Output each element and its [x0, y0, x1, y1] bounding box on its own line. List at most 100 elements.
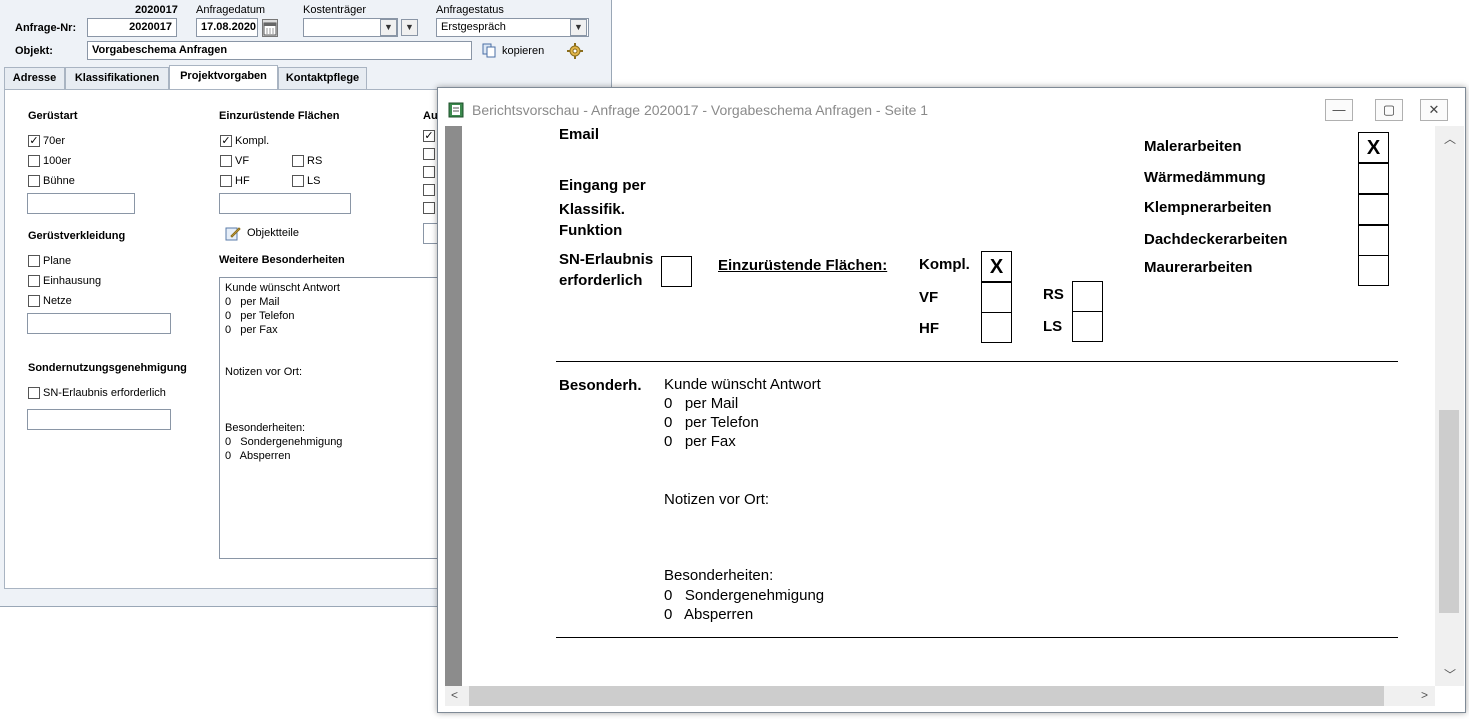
checkbox-einhausung[interactable]: [28, 275, 40, 287]
trade-box-maurerarbeiten: [1358, 255, 1389, 286]
weitere-heading: Weitere Besonderheiten: [219, 254, 345, 266]
trade-label: Dachdeckerarbeiten: [1144, 231, 1288, 248]
checkbox-label: Kompl.: [235, 135, 270, 147]
objektteile-button[interactable]: Objektteile: [247, 227, 299, 239]
trade-label: Maurerarbeiten: [1144, 259, 1253, 276]
calendar-icon[interactable]: [262, 19, 278, 37]
notes-line: Notizen vor Ort:: [664, 491, 770, 508]
kopieren-button[interactable]: kopieren: [502, 45, 544, 57]
checkbox-label: VF: [235, 155, 250, 167]
note-line: Kunde wünscht Antwort: [225, 282, 340, 294]
tab-kontaktpflege[interactable]: Kontaktpflege: [278, 67, 367, 89]
sn-label-line1: SN-Erlaubnis: [559, 251, 654, 268]
besonderh-label: Besonderh.: [559, 377, 642, 394]
tab-klassifikationen[interactable]: Klassifikationen: [65, 67, 169, 89]
trade-box-dachdeckerarbeiten: [1358, 225, 1389, 256]
flaechen-other-input[interactable]: [219, 193, 351, 214]
scroll-right-icon[interactable]: >: [1421, 688, 1428, 702]
checkbox-label: LS: [307, 175, 321, 187]
checkbox-third-3[interactable]: [423, 166, 435, 178]
anfragedatum-label: Anfragedatum: [196, 4, 266, 16]
eingang-label: Eingang per: [559, 177, 646, 194]
anfrage-nr-field[interactable]: 2020017: [87, 18, 177, 37]
edit-icon[interactable]: [225, 226, 241, 241]
kostentraeger-label: Kostenträger: [303, 4, 366, 16]
close-button[interactable]: ✕: [1420, 99, 1448, 121]
horizontal-scrollbar[interactable]: < >: [445, 686, 1435, 706]
flaechen-label: Einzurüstende Flächen:: [718, 257, 888, 274]
checkbox-buehne[interactable]: [28, 175, 40, 187]
maximize-button[interactable]: ▢: [1375, 99, 1403, 121]
vf-box: [981, 282, 1012, 313]
checkbox-netze[interactable]: [28, 295, 40, 307]
checkbox-third-5[interactable]: [423, 202, 435, 214]
tab-projektvorgaben[interactable]: Projektvorgaben: [169, 65, 278, 90]
checkbox-sn-erlaubnis[interactable]: [28, 387, 40, 399]
sn-label-line2: erforderlich: [559, 272, 643, 289]
vertical-scrollbar[interactable]: ︿ ﹀: [1435, 126, 1464, 686]
checkbox-plane[interactable]: [28, 255, 40, 267]
separator-line: [556, 361, 1398, 362]
checkbox-kompl[interactable]: ✓: [220, 135, 232, 147]
scroll-down-icon[interactable]: ﹀: [1444, 666, 1456, 683]
checkbox-label: Einhausung: [43, 275, 102, 287]
geruestart-other-input[interactable]: [27, 193, 135, 214]
klassifik-label: Klassifik.: [559, 201, 625, 218]
trade-box-klempnerarbeiten: [1358, 194, 1389, 225]
report-page: Email Eingang per Klassifik. Funktion SN…: [445, 126, 1435, 686]
checkbox-rs[interactable]: [292, 155, 304, 167]
checkbox-third-1[interactable]: ✓: [423, 130, 435, 142]
separator-line: [556, 637, 1398, 638]
anfragedatum-field[interactable]: 17.08.2020: [196, 18, 258, 37]
checkbox-vf[interactable]: [220, 155, 232, 167]
flaechen-heading: Einzurüstende Flächen: [219, 110, 340, 122]
kompl-box: X: [981, 251, 1012, 282]
checkbox-label: Netze: [43, 295, 72, 307]
checkbox-label: SN-Erlaubnis erforderlich: [43, 387, 166, 399]
chevron-down-icon[interactable]: ▼: [401, 19, 418, 36]
copy-icon[interactable]: [482, 43, 496, 58]
checkbox-label: HF: [235, 175, 250, 187]
checkbox-hf[interactable]: [220, 175, 232, 187]
note-line: 0 Absperren: [225, 450, 291, 462]
notes-line: 0 Sondergenehmigung: [664, 587, 825, 604]
tab-adresse[interactable]: Adresse: [4, 67, 65, 89]
chevron-down-icon[interactable]: ▼: [570, 19, 587, 36]
trade-box-waermedaemmung: [1358, 163, 1389, 194]
notes-line: 0 per Fax: [664, 433, 736, 450]
checkbox-ls[interactable]: [292, 175, 304, 187]
minimize-button[interactable]: —: [1325, 99, 1353, 121]
kompl-label: Kompl.: [919, 256, 970, 273]
objekt-field[interactable]: Vorgabeschema Anfragen: [87, 41, 472, 60]
gear-icon[interactable]: [567, 43, 583, 59]
geruestart-heading: Gerüstart: [28, 110, 78, 122]
scroll-left-icon[interactable]: <: [451, 688, 458, 702]
sondernutzung-input[interactable]: [27, 409, 171, 430]
note-line: Notizen vor Ort:: [225, 366, 303, 378]
report-preview-window: Berichtsvorschau - Anfrage 2020017 - Vor…: [437, 87, 1466, 713]
horizontal-scroll-thumb[interactable]: [469, 686, 1384, 706]
checkbox-100er[interactable]: [28, 155, 40, 167]
checkbox-third-2[interactable]: [423, 148, 435, 160]
vf-label: VF: [919, 289, 939, 306]
checkbox-label: Bühne: [43, 175, 75, 187]
note-line: 0 Sondergenehmigung: [225, 436, 343, 448]
page-margin-strip: [445, 126, 462, 686]
anfrage-number-top: 2020017: [135, 4, 178, 16]
anfragestatus-select[interactable]: Erstgespräch: [436, 18, 589, 37]
trade-label: Klempnerarbeiten: [1144, 199, 1272, 216]
notes-line: 0 per Mail: [664, 395, 739, 412]
title-bar[interactable]: Berichtsvorschau - Anfrage 2020017 - Vor…: [438, 88, 1465, 126]
checkbox-third-4[interactable]: [423, 184, 435, 196]
rs-box: [1072, 281, 1103, 312]
scroll-up-icon[interactable]: ︿: [1444, 130, 1456, 147]
note-line: Besonderheiten:: [225, 422, 306, 434]
geruestverkleidung-other-input[interactable]: [27, 313, 171, 334]
checkbox-label: 70er: [43, 135, 66, 147]
chevron-down-icon[interactable]: ▼: [380, 19, 397, 36]
checkbox-70er[interactable]: ✓: [28, 135, 40, 147]
hf-box: [981, 312, 1012, 343]
vertical-scroll-thumb[interactable]: [1439, 410, 1459, 613]
weitere-besonderheiten-textarea[interactable]: Kunde wünscht Antwort 0 per Mail 0 per T…: [219, 277, 459, 559]
note-line: 0 per Mail: [225, 296, 280, 308]
